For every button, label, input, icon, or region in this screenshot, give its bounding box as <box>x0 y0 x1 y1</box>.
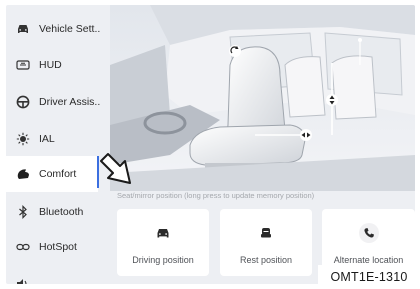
card-label: Alternate location <box>333 255 404 265</box>
bluetooth-icon <box>16 205 30 219</box>
car-icon <box>16 22 30 36</box>
figure-code-label: OMT1E-1310 <box>318 265 420 289</box>
pointer-arrow-icon <box>100 153 131 184</box>
seat-icon <box>16 167 30 181</box>
seat-illustration <box>110 5 415 191</box>
seat-rest-icon <box>256 223 276 243</box>
light-icon <box>16 132 30 146</box>
sidebar-item-hotspot[interactable]: HotSpot <box>6 229 106 265</box>
rest-position-button[interactable]: Rest position <box>220 209 312 276</box>
hotspot-icon <box>16 240 30 254</box>
car-front-icon <box>153 223 173 243</box>
sidebar-item-driver-assist[interactable]: Driver Assis.. <box>6 84 106 120</box>
card-label: Rest position <box>239 255 293 265</box>
sidebar-item-label: HotSpot <box>39 241 77 253</box>
card-label: Driving position <box>132 255 194 265</box>
memory-position-caption: Seat/mirror position (long press to upda… <box>117 191 315 200</box>
sidebar-item-comfort[interactable]: Comfort <box>6 156 98 192</box>
sidebar-item-label: HUD <box>39 59 62 71</box>
driving-position-button[interactable]: Driving position <box>117 209 209 276</box>
sidebar-item-ial[interactable]: IAL <box>6 121 106 157</box>
phone-icon <box>358 223 379 243</box>
steering-wheel-icon <box>16 95 30 109</box>
hud-icon <box>16 58 30 72</box>
sidebar-item-vehicle-settings[interactable]: Vehicle Sett.. <box>6 11 106 47</box>
active-indicator <box>97 156 99 188</box>
settings-screen: Vehicle Sett.. HUD Driver Assis.. IAL Co <box>6 5 415 284</box>
sidebar-item-label: IAL <box>39 133 55 145</box>
sidebar-item-hud[interactable]: HUD <box>6 47 106 83</box>
sidebar-item-label: Vehicle Sett.. <box>39 23 101 35</box>
sidebar-item-label: Bluetooth <box>39 206 84 218</box>
sound-icon <box>16 277 30 284</box>
sidebar: Vehicle Sett.. HUD Driver Assis.. IAL Co <box>6 5 110 284</box>
sidebar-item-partial[interactable] <box>6 266 106 284</box>
sidebar-item-label: Driver Assis.. <box>39 96 101 108</box>
sidebar-item-label: Comfort <box>39 168 77 180</box>
sidebar-item-bluetooth[interactable]: Bluetooth <box>6 194 106 230</box>
